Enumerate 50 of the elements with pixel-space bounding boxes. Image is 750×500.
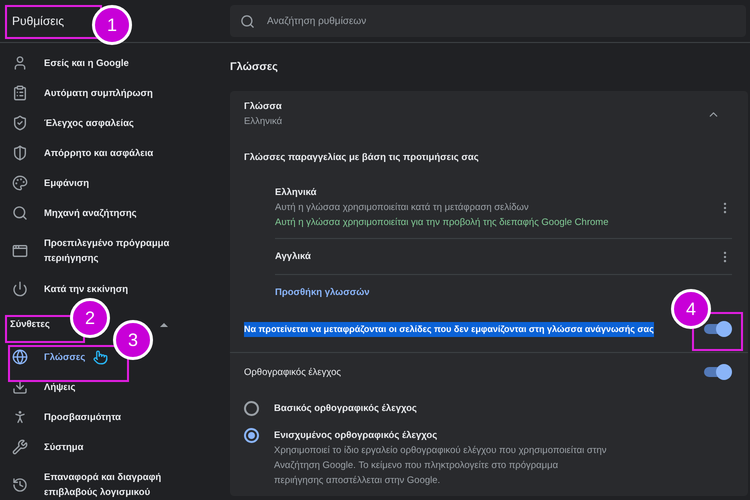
hand-cursor-icon: [93, 350, 108, 364]
sidebar-item[interactable]: Εμφάνιση: [0, 168, 230, 198]
spellcheck-label: Ορθογραφικός έλεγχος: [244, 366, 341, 380]
sidebar-item[interactable]: Προεπιλεγμένο πρόγραμμα περιήγησης: [0, 228, 230, 274]
sidebar-item[interactable]: Μηχανή αναζήτησης: [0, 198, 230, 228]
palette-icon: [12, 175, 28, 191]
language-title: Γλώσσα: [244, 100, 282, 114]
add-languages-link[interactable]: Προσθήκη γλωσσών: [275, 287, 370, 298]
translate-offer-label: Να προτείνεται να μεταφράζονται οι σελίδες που δεν εμφανίζονται στη γλώσσα ανάγνωσής σας: [244, 322, 654, 336]
sidebar-item[interactable]: Αυτόματη συμπλήρωση: [0, 78, 230, 108]
language-value: Ελληνικά: [244, 115, 282, 129]
section-heading: Γλώσσες: [230, 60, 279, 75]
order-label: Γλώσσες παραγγελίας με βάση τις προτιμήσεις σας: [244, 150, 479, 164]
language-note: Αυτή η γλώσσα χρησιμοποιείται κατά τη μετάφραση σελίδων: [275, 201, 530, 215]
radio-button[interactable]: [244, 428, 259, 443]
advanced-section-toggle[interactable]: Σύνθετες: [10, 318, 50, 330]
sidebar-item[interactable]: Σύστημα: [0, 432, 230, 462]
power-icon: [12, 281, 28, 297]
sidebar-item[interactable]: Εσείς και η Google: [0, 48, 230, 78]
wrench-icon: [12, 439, 28, 455]
sidebar-item[interactable]: Απόρρητο και ασφάλεια: [0, 138, 230, 168]
spellcheck-option-label: Ενισχυμένος ορθογραφικός έλεγχος: [274, 429, 438, 443]
history-icon: [12, 477, 28, 493]
search-field[interactable]: Αναζήτηση ρυθμίσεων: [267, 7, 746, 35]
clipboard-icon: [12, 85, 28, 101]
language-name: Ελληνικά: [275, 186, 318, 200]
radio-button[interactable]: [244, 401, 259, 416]
translate-toggle[interactable]: [704, 324, 730, 334]
settings-title: Ρυθμίσεις: [12, 14, 64, 28]
search-icon: [240, 14, 255, 28]
step-number-badge: 1: [92, 5, 132, 45]
spellcheck-option-description: Χρησιμοποιεί το ίδιο εργαλείο ορθογραφικού ελέγχου που χρησιμοποιείται στην Αναζήτηση Google. Το κείμενο που πληκτρολογείτε στο πρόγραμμα περιήγησης αποστέλλεται στην Google.: [274, 444, 608, 488]
step-number-badge: 3: [113, 320, 153, 360]
sidebar-item[interactable]: Έλεγχος ασφαλείας: [0, 108, 230, 138]
browser-window-icon: [12, 243, 28, 259]
interface-language-note: Αυτή η γλώσσα χρησιμοποιείται για την προβολή της διεπαφής Google Chrome: [275, 216, 608, 230]
download-icon: [12, 379, 28, 395]
shield-check-icon: [12, 115, 28, 131]
language-name: Αγγλικά: [275, 250, 311, 264]
spellcheck-option-label: Βασικός ορθογραφικός έλεγχος: [274, 402, 417, 416]
search-icon: [12, 205, 28, 221]
sidebar-item[interactable]: Λήψεις: [0, 372, 230, 402]
shield-icon: [12, 145, 28, 161]
search-field[interactable]: Αναζήτηση ρυθμίσεων: [230, 5, 746, 37]
sidebar-item[interactable]: Επαναφορά και διαγραφή επιβλαβούς λογισμικού: [0, 462, 230, 500]
globe-icon: [12, 349, 28, 365]
step-number-badge: 2: [70, 298, 110, 338]
person-icon: [12, 55, 28, 71]
spellcheck-toggle[interactable]: [704, 367, 730, 377]
sidebar-item[interactable]: Προσβασιμότητα: [0, 402, 230, 432]
